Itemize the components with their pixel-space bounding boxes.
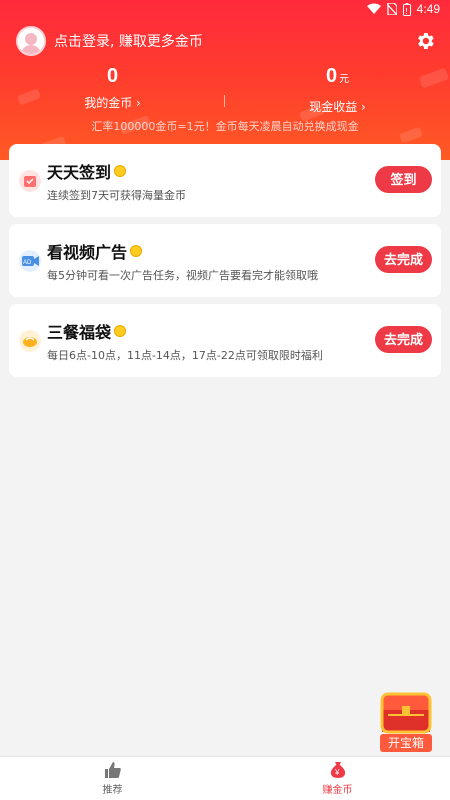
tab-recommend[interactable]: 推荐	[0, 757, 225, 800]
svg-text:¥: ¥	[334, 768, 340, 777]
tab-label: 推荐	[102, 785, 123, 796]
tab-earn-coins[interactable]: ¥ 赚金币	[225, 757, 450, 800]
watch-video-button[interactable]: 去完成	[375, 246, 432, 273]
coin-icon	[114, 165, 127, 177]
bottom-tab-bar: 推荐 ¥ 赚金币	[0, 756, 450, 800]
calendar-icon	[19, 170, 41, 192]
exchange-notice: 汇率100000金币=1元！金币每天凌晨自动兑换成现金	[91, 120, 359, 133]
cash-income-value: 0	[325, 65, 338, 87]
svg-text:!: !	[405, 7, 408, 16]
my-coins-value: 0	[106, 65, 119, 87]
open-chest-button[interactable]: 开宝箱	[380, 734, 432, 752]
thumbs-up-icon	[104, 762, 121, 778]
status-time: 4:49	[416, 2, 440, 16]
task-title: 看视频广告	[47, 243, 128, 262]
meal-bag-button[interactable]: 去完成	[375, 326, 432, 353]
task-desc: 每日6点-10点，11点-14点，17点-22点可领取限时福利	[47, 349, 323, 362]
cash-income[interactable]: 0元 现金收益 ›	[225, 64, 450, 115]
login-prompt[interactable]: 点击登录, 赚取更多金币	[54, 31, 203, 51]
money-bag-icon: ¥	[330, 762, 345, 778]
task-card-checkin: 天天签到 连续签到7天可获得海量金币 签到	[9, 144, 441, 217]
my-coins[interactable]: 0 我的金币 ›	[0, 64, 225, 111]
my-coins-label[interactable]: 我的金币 ›	[0, 94, 225, 111]
cash-income-label[interactable]: 现金收益 ›	[225, 98, 450, 115]
coin-icon	[114, 325, 127, 337]
svg-text:AD: AD	[23, 260, 32, 266]
task-title: 三餐福袋	[47, 323, 112, 342]
avatar[interactable]	[16, 26, 46, 56]
coin-icon	[130, 245, 143, 257]
status-bar: ! 4:49	[0, 0, 450, 20]
gear-icon[interactable]	[414, 30, 436, 52]
cash-income-unit: 元	[339, 74, 350, 85]
ad-video-icon: AD	[19, 250, 41, 272]
task-card-meal-bag: 三餐福袋 每日6点-10点，11点-14点，17点-22点可领取限时福利 去完成	[9, 304, 441, 377]
battery-icon: !	[402, 2, 411, 16]
login-row[interactable]: 点击登录, 赚取更多金币	[16, 26, 203, 56]
meal-bag-icon	[19, 330, 41, 352]
task-title: 天天签到	[47, 163, 112, 182]
task-desc: 每5分钟可看一次广告任务，视频广告要看完才能领取哦	[47, 269, 318, 282]
no-sim-icon	[386, 3, 397, 15]
checkin-button[interactable]: 签到	[375, 166, 432, 193]
tab-label: 赚金币	[322, 785, 353, 796]
wifi-icon	[366, 3, 381, 14]
task-desc: 连续签到7天可获得海量金币	[47, 189, 186, 202]
task-card-video-ad: AD 看视频广告 每5分钟可看一次广告任务，视频广告要看完才能领取哦 去完成	[9, 224, 441, 297]
